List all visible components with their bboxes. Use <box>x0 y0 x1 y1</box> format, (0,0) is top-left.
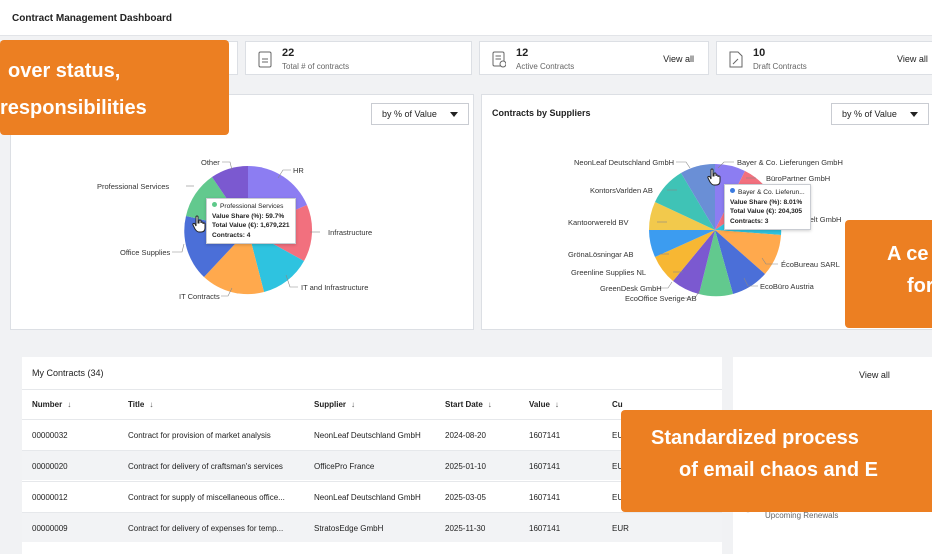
contracts-title: My Contracts (34) <box>32 368 104 378</box>
hand-cursor-icon <box>707 168 721 186</box>
right-label-kontorsvarlden: KontorsVarlden AB <box>590 186 653 195</box>
cell-value: 1607141 <box>529 462 561 471</box>
cell-supplier: StratosEdge GmbH <box>314 524 384 533</box>
right-label-bayer: Bayer & Co. Lieferungen GmbH <box>737 158 843 167</box>
cell-supplier: OfficePro France <box>314 462 375 471</box>
callout-bottom: Standardized process of email chaos and … <box>621 410 932 512</box>
right-label-velt: velt GmbH <box>806 215 842 224</box>
callout-mid-right-line1: A ce <box>887 243 929 265</box>
cell-number: 00000032 <box>32 431 68 440</box>
column-value[interactable]: Value ↓ <box>529 400 559 409</box>
tooltip-total: Total Value (€): 204,305 <box>730 208 803 215</box>
column-start-date-label: Start Date <box>445 400 483 409</box>
callout-bottom-line2: of email chaos and E <box>679 459 878 481</box>
cell-start-date: 2025-01-10 <box>445 462 486 471</box>
upcoming-renewals-label: Upcoming Renewals <box>765 511 839 520</box>
tooltip-series-name: Bayer & Co. Lieferun... <box>738 189 805 196</box>
right-label-greenline: Greenline Supplies NL <box>571 268 647 277</box>
cell-title: Contract for provision of market analysi… <box>128 431 271 440</box>
callout-mid-right: A ce for <box>845 220 932 328</box>
renewals-view-all[interactable]: View all <box>859 370 890 380</box>
cell-start-date: 2024-08-20 <box>445 431 486 440</box>
right-label-ecooffice: EcoOffice Sverige AB <box>625 294 697 303</box>
callout-top-left-line1: over status, <box>8 60 121 82</box>
tooltip-contracts: Contracts: 3 <box>730 217 769 225</box>
cell-currency: EUR <box>612 524 629 533</box>
cell-value: 1607141 <box>529 493 561 502</box>
table-row[interactable]: 00000032 Contract for provision of marke… <box>22 419 722 449</box>
cell-supplier: NeonLeaf Deutschland GmbH <box>314 431 421 440</box>
right-label-groenaloesningar: GrönaLösningar AB <box>568 250 634 259</box>
callout-bottom-line1: Standardized process <box>651 427 859 449</box>
legend-dot-icon <box>730 188 735 193</box>
sort-arrow-icon: ↓ <box>554 400 559 409</box>
column-start-date[interactable]: Start Date ↓ <box>445 400 492 409</box>
column-supplier-label: Supplier <box>314 400 347 409</box>
right-label-greendesk: GreenDesk GmbH <box>600 284 662 293</box>
column-supplier[interactable]: Supplier ↓ <box>314 400 355 409</box>
table-row[interactable]: 00000020 Contract for delivery of crafts… <box>22 450 722 480</box>
right-chart-tooltip: Bayer & Co. Lieferun... Value Share (%):… <box>724 184 811 230</box>
sort-arrow-icon: ↓ <box>487 400 492 409</box>
cell-number: 00000012 <box>32 493 68 502</box>
column-number-label: Number <box>32 400 63 409</box>
column-title-label: Title <box>128 400 145 409</box>
sort-arrow-icon: ↓ <box>67 400 72 409</box>
table-row[interactable]: 00000009 Contract for delivery of expens… <box>22 512 722 542</box>
cell-title: Contract for delivery of craftsman's ser… <box>128 462 283 471</box>
cell-start-date: 2025-11-30 <box>445 524 486 533</box>
column-number[interactable]: Number ↓ <box>32 400 71 409</box>
right-label-neonleaf: NeonLeaf Deutschland GmbH <box>574 158 675 167</box>
tooltip-share: Value Share (%): 8.01% <box>730 198 803 206</box>
sort-arrow-icon: ↓ <box>351 400 356 409</box>
sort-arrow-icon: ↓ <box>149 400 154 409</box>
right-label-kantoorwereld: Kantoorwereld BV <box>568 218 629 227</box>
cell-title: Contract for delivery of expenses for te… <box>128 524 284 533</box>
table-row[interactable]: 00000012 Contract for supply of miscella… <box>22 481 722 511</box>
cell-start-date: 2025-03-05 <box>445 493 486 502</box>
cell-value: 1607141 <box>529 431 561 440</box>
right-label-ecobureau: ÉcoBureau SARL <box>781 260 840 269</box>
cell-value: 1607141 <box>529 524 561 533</box>
cell-supplier: NeonLeaf Deutschland GmbH <box>314 493 421 502</box>
column-title[interactable]: Title ↓ <box>128 400 153 409</box>
callout-top-left-line2: responsibilities <box>0 97 147 119</box>
cell-title: Contract for supply of miscellaneous off… <box>128 493 285 502</box>
cell-number: 00000020 <box>32 462 68 471</box>
contracts-header-row: Number ↓ Title ↓ Supplier ↓ Start Date ↓ Val… <box>22 389 722 419</box>
column-currency[interactable]: Cu <box>612 400 623 409</box>
right-label-bueropartner: BüroPartner GmbH <box>766 174 831 183</box>
callout-mid-right-line2: for <box>907 275 932 297</box>
right-label-ecobuero-austria: EcoBüro Austria <box>760 282 814 291</box>
column-value-label: Value <box>529 400 550 409</box>
callout-top-left: over status, responsibilities <box>0 40 229 135</box>
cell-number: 00000009 <box>32 524 68 533</box>
column-currency-label: Cu <box>612 400 623 409</box>
